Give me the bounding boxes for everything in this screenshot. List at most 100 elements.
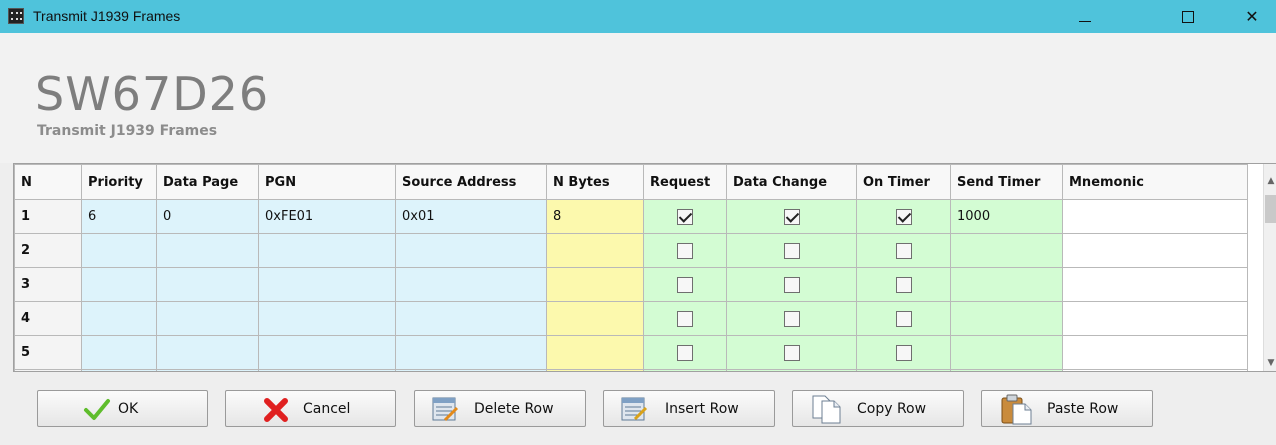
request-checkbox[interactable] — [677, 242, 693, 259]
cell-data-change[interactable] — [726, 199, 857, 234]
request-checkbox[interactable] — [677, 208, 693, 225]
table-row[interactable]: 2 — [14, 233, 1248, 268]
cell-data-change[interactable] — [726, 267, 857, 302]
cell-n-bytes[interactable] — [546, 335, 644, 370]
delete-row-button[interactable]: Delete Row — [414, 390, 586, 427]
copy-document-icon — [812, 395, 841, 424]
cell-data-page[interactable] — [156, 335, 259, 370]
table-row[interactable]: 5 — [14, 335, 1248, 370]
scroll-down-icon[interactable]: ▼ — [1264, 356, 1276, 370]
cell-data-page[interactable] — [156, 233, 259, 268]
cell-request[interactable] — [643, 233, 727, 268]
cancel-button[interactable]: Cancel — [225, 390, 396, 427]
copy-row-button[interactable]: Copy Row — [792, 390, 964, 427]
minimize-button[interactable] — [1057, 0, 1113, 33]
cell-data-change[interactable] — [726, 335, 857, 370]
cell-mnemonic[interactable] — [1062, 199, 1248, 234]
data-change-checkbox[interactable] — [783, 276, 800, 293]
request-checkbox[interactable] — [677, 276, 693, 293]
cell-data-page[interactable] — [156, 301, 259, 336]
on-timer-checkbox[interactable] — [895, 242, 912, 259]
cell-send-timer[interactable]: 1000 — [950, 199, 1063, 234]
maximize-button[interactable] — [1160, 0, 1216, 33]
cell-request[interactable] — [643, 199, 727, 234]
ok-button[interactable]: OK — [37, 390, 208, 427]
on-timer-checkbox[interactable] — [895, 344, 912, 361]
cell-source-address[interactable] — [395, 267, 547, 302]
cell-send-timer[interactable] — [950, 335, 1063, 370]
table-row[interactable]: 4 — [14, 301, 1248, 336]
data-change-checkbox[interactable] — [783, 310, 800, 327]
data-change-checkbox[interactable] — [783, 208, 800, 225]
copy-row-label: Copy Row — [857, 401, 927, 417]
insert-row-label: Insert Row — [665, 401, 739, 417]
close-button[interactable]: ✕ — [1228, 0, 1276, 33]
column-header[interactable]: On Timer — [856, 164, 951, 200]
cell-source-address[interactable]: 0x01 — [395, 199, 547, 234]
on-timer-checkbox[interactable] — [895, 208, 912, 225]
cell-send-timer[interactable] — [950, 267, 1063, 302]
on-timer-checkbox[interactable] — [895, 276, 912, 293]
cell-send-timer[interactable] — [950, 233, 1063, 268]
column-header[interactable]: Priority — [81, 164, 157, 200]
cell-pgn[interactable] — [258, 267, 396, 302]
column-header[interactable]: Source Address — [395, 164, 547, 200]
cell-priority[interactable]: 6 — [81, 199, 157, 234]
cell-source-address[interactable] — [395, 301, 547, 336]
cell-source-address[interactable] — [395, 233, 547, 268]
column-header[interactable]: Send Timer — [950, 164, 1063, 200]
cell-n-bytes[interactable] — [546, 301, 644, 336]
cell-n-bytes[interactable]: 8 — [546, 199, 644, 234]
cell-priority[interactable] — [81, 233, 157, 268]
vertical-scrollbar[interactable]: ▲ ▼ — [1263, 164, 1276, 371]
cell-pgn[interactable] — [258, 335, 396, 370]
table-header-row: N Priority Data Page PGN Source Address … — [14, 164, 1248, 200]
column-header[interactable]: PGN — [258, 164, 396, 200]
column-header[interactable]: Data Change — [726, 164, 857, 200]
request-checkbox[interactable] — [677, 310, 693, 327]
scrollbar-thumb[interactable] — [1265, 195, 1276, 223]
cell-priority[interactable] — [81, 301, 157, 336]
cell-pgn[interactable] — [258, 233, 396, 268]
cell-n-bytes[interactable] — [546, 267, 644, 302]
cell-pgn[interactable] — [258, 301, 396, 336]
column-header[interactable]: Request — [643, 164, 727, 200]
cell-request[interactable] — [643, 335, 727, 370]
cell-source-address[interactable] — [395, 335, 547, 370]
cell-priority[interactable] — [81, 267, 157, 302]
column-header[interactable]: Data Page — [156, 164, 259, 200]
cell-data-change[interactable] — [726, 301, 857, 336]
table-row[interactable]: 1 6 0 0xFE01 0x01 8 1000 — [14, 199, 1248, 234]
data-change-checkbox[interactable] — [783, 344, 800, 361]
cell-priority[interactable] — [81, 335, 157, 370]
column-header[interactable]: Mnemonic — [1062, 164, 1248, 200]
delete-row-label: Delete Row — [474, 401, 554, 417]
column-header[interactable]: N — [14, 164, 82, 200]
cell-data-page[interactable] — [156, 267, 259, 302]
cell-request[interactable] — [643, 267, 727, 302]
data-change-checkbox[interactable] — [783, 242, 800, 259]
cell-on-timer[interactable] — [856, 233, 951, 268]
cell-data-change[interactable] — [726, 233, 857, 268]
cell-mnemonic[interactable] — [1062, 233, 1248, 268]
cell-data-page[interactable]: 0 — [156, 199, 259, 234]
cell-send-timer[interactable] — [950, 301, 1063, 336]
cell-mnemonic[interactable] — [1062, 335, 1248, 370]
insert-row-button[interactable]: Insert Row — [603, 390, 775, 427]
cell-on-timer[interactable] — [856, 301, 951, 336]
window-titlebar[interactable]: Transmit J1939 Frames ✕ — [0, 0, 1276, 33]
column-header[interactable]: N Bytes — [546, 164, 644, 200]
cell-on-timer[interactable] — [856, 199, 951, 234]
cell-n-bytes[interactable] — [546, 233, 644, 268]
cell-mnemonic[interactable] — [1062, 267, 1248, 302]
paste-row-button[interactable]: Paste Row — [981, 390, 1153, 427]
cell-mnemonic[interactable] — [1062, 301, 1248, 336]
cell-on-timer[interactable] — [856, 335, 951, 370]
cell-on-timer[interactable] — [856, 267, 951, 302]
table-row[interactable]: 3 — [14, 267, 1248, 302]
on-timer-checkbox[interactable] — [895, 310, 912, 327]
request-checkbox[interactable] — [677, 344, 693, 361]
scroll-up-icon[interactable]: ▲ — [1264, 174, 1276, 188]
cell-pgn[interactable]: 0xFE01 — [258, 199, 396, 234]
cell-request[interactable] — [643, 301, 727, 336]
